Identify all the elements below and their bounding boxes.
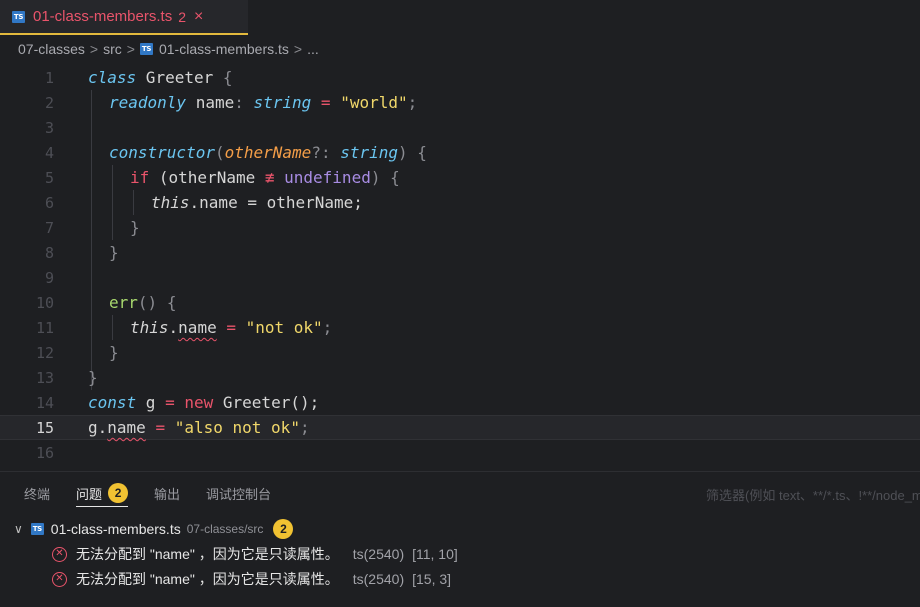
- code-text: }: [109, 343, 119, 362]
- code-line: 11 this.name = "not ok";: [0, 315, 920, 340]
- line-number: 9: [44, 268, 54, 287]
- code-line: 13 }: [0, 365, 920, 390]
- problem-file-path: 07-classes/src: [186, 522, 264, 536]
- breadcrumb-item-file[interactable]: 01-class-members.ts: [159, 41, 289, 57]
- line-number: 15: [35, 418, 54, 437]
- code-text: g.name = "also not ok";: [88, 418, 310, 437]
- code-text: this.name = "not ok";: [130, 318, 333, 337]
- breadcrumb-item-folder[interactable]: 07-classes: [18, 41, 85, 57]
- code-line: 5 if (otherName ≢ undefined) {: [0, 165, 920, 190]
- code-line-active: 15 g.name = "also not ok";: [0, 415, 920, 440]
- problem-file-count-badge: 2: [273, 519, 294, 539]
- code-line: 7 }: [0, 215, 920, 240]
- tab-terminal[interactable]: 终端: [24, 472, 50, 514]
- line-number: 5: [44, 168, 54, 187]
- tab-problems[interactable]: 问题 2: [76, 472, 129, 514]
- tab-output[interactable]: 输出: [154, 472, 180, 514]
- editor-tab-bar: TS 01-class-members.ts 2 ×: [0, 0, 920, 35]
- line-number: 2: [44, 93, 54, 112]
- close-icon[interactable]: ×: [194, 8, 203, 26]
- code-line: 3: [0, 115, 920, 140]
- code-line: 9: [0, 265, 920, 290]
- code-line: 6 this.name = otherName;: [0, 190, 920, 215]
- problem-position: [11, 10]: [412, 546, 458, 562]
- error-icon: ✕: [52, 571, 67, 587]
- problem-item[interactable]: ✕ 无法分配到 "name" ，因为它是只读属性。 ts(2540) [15, …: [52, 568, 451, 590]
- problem-message: 无法分配到 "name" ，因为它是只读属性。: [76, 571, 339, 587]
- code-line: 2 readonly name: string = "world";: [0, 90, 920, 115]
- code-line: 16: [0, 440, 920, 465]
- code-text: class Greeter {: [88, 68, 233, 87]
- code-line: 14 const g = new Greeter();: [0, 390, 920, 415]
- line-number: 7: [44, 218, 54, 237]
- typescript-file-icon: TS: [139, 43, 153, 55]
- problems-count-badge: 2: [108, 483, 129, 503]
- code-editor[interactable]: 1 class Greeter { 2 readonly name: strin…: [0, 65, 920, 471]
- breadcrumb: 07-classes > src > TS 01-class-members.t…: [0, 35, 920, 63]
- code-text: }: [130, 218, 140, 237]
- tab-problems-label: 问题: [76, 486, 103, 502]
- code-line: 8 }: [0, 240, 920, 265]
- code-text: err() {: [109, 293, 177, 312]
- problem-item[interactable]: ✕ 无法分配到 "name" ，因为它是只读属性。 ts(2540) [11, …: [52, 543, 458, 565]
- line-number: 11: [35, 318, 54, 337]
- line-number: 6: [44, 193, 54, 212]
- line-number: 16: [35, 443, 54, 462]
- problem-file-name: 01-class-members.ts: [50, 521, 181, 537]
- problem-source: ts(2540): [352, 546, 405, 562]
- tab-debug-console[interactable]: 调试控制台: [206, 472, 271, 514]
- line-number: 8: [44, 243, 54, 262]
- code-text: if (otherName ≢ undefined) {: [130, 168, 400, 187]
- line-number: 4: [44, 143, 54, 162]
- typescript-file-icon: TS: [12, 10, 25, 23]
- filter-input[interactable]: 筛选器(例如 text、**/*.ts、!**/node_mo: [706, 485, 920, 504]
- tab-problem-count: 2: [178, 8, 186, 25]
- line-number: 12: [35, 343, 54, 362]
- typescript-file-icon: TS: [30, 523, 44, 535]
- line-number: 13: [35, 368, 54, 387]
- problem-position: [15, 3]: [412, 571, 452, 587]
- code-text: this.name = otherName;: [151, 193, 363, 212]
- code-text: readonly name: string = "world";: [109, 93, 418, 112]
- code-line: 12 }: [0, 340, 920, 365]
- chevron-down-icon[interactable]: ∨: [14, 522, 23, 536]
- problem-source: ts(2540): [352, 571, 405, 587]
- panel-tabs: 终端 问题 2 输出 调试控制台 筛选器(例如 text、**/*.ts、!**/…: [0, 472, 920, 514]
- tab-01-class-members[interactable]: TS 01-class-members.ts 2 ×: [0, 0, 248, 35]
- bottom-panel: 终端 问题 2 输出 调试控制台 筛选器(例如 text、**/*.ts、!**/…: [0, 471, 920, 607]
- code-line: 10 err() {: [0, 290, 920, 315]
- breadcrumb-item-symbols[interactable]: ...: [307, 41, 319, 57]
- code-text: }: [109, 243, 119, 262]
- problem-message: 无法分配到 "name" ，因为它是只读属性。: [76, 546, 339, 562]
- chevron-right-icon: >: [126, 41, 135, 57]
- line-number: 10: [35, 293, 54, 312]
- code-text: const g = new Greeter();: [88, 393, 320, 412]
- error-squiggle: name: [107, 418, 146, 437]
- error-icon: ✕: [52, 546, 67, 562]
- line-number: 1: [44, 68, 54, 87]
- error-squiggle: name: [178, 318, 217, 337]
- problem-group-file[interactable]: ∨ TS 01-class-members.ts 07-classes/src …: [14, 518, 294, 540]
- code-line: 4 constructor(otherName?: string) {: [0, 140, 920, 165]
- chevron-right-icon: >: [293, 41, 303, 57]
- code-text: }: [88, 368, 98, 387]
- code-line: 1 class Greeter {: [0, 65, 920, 90]
- code-text: constructor(otherName?: string) {: [109, 143, 427, 162]
- breadcrumb-item-src[interactable]: src: [103, 41, 122, 57]
- chevron-right-icon: >: [89, 41, 99, 57]
- tab-title: 01-class-members.ts: [33, 8, 173, 25]
- line-number: 14: [35, 393, 54, 412]
- line-number: 3: [44, 118, 54, 137]
